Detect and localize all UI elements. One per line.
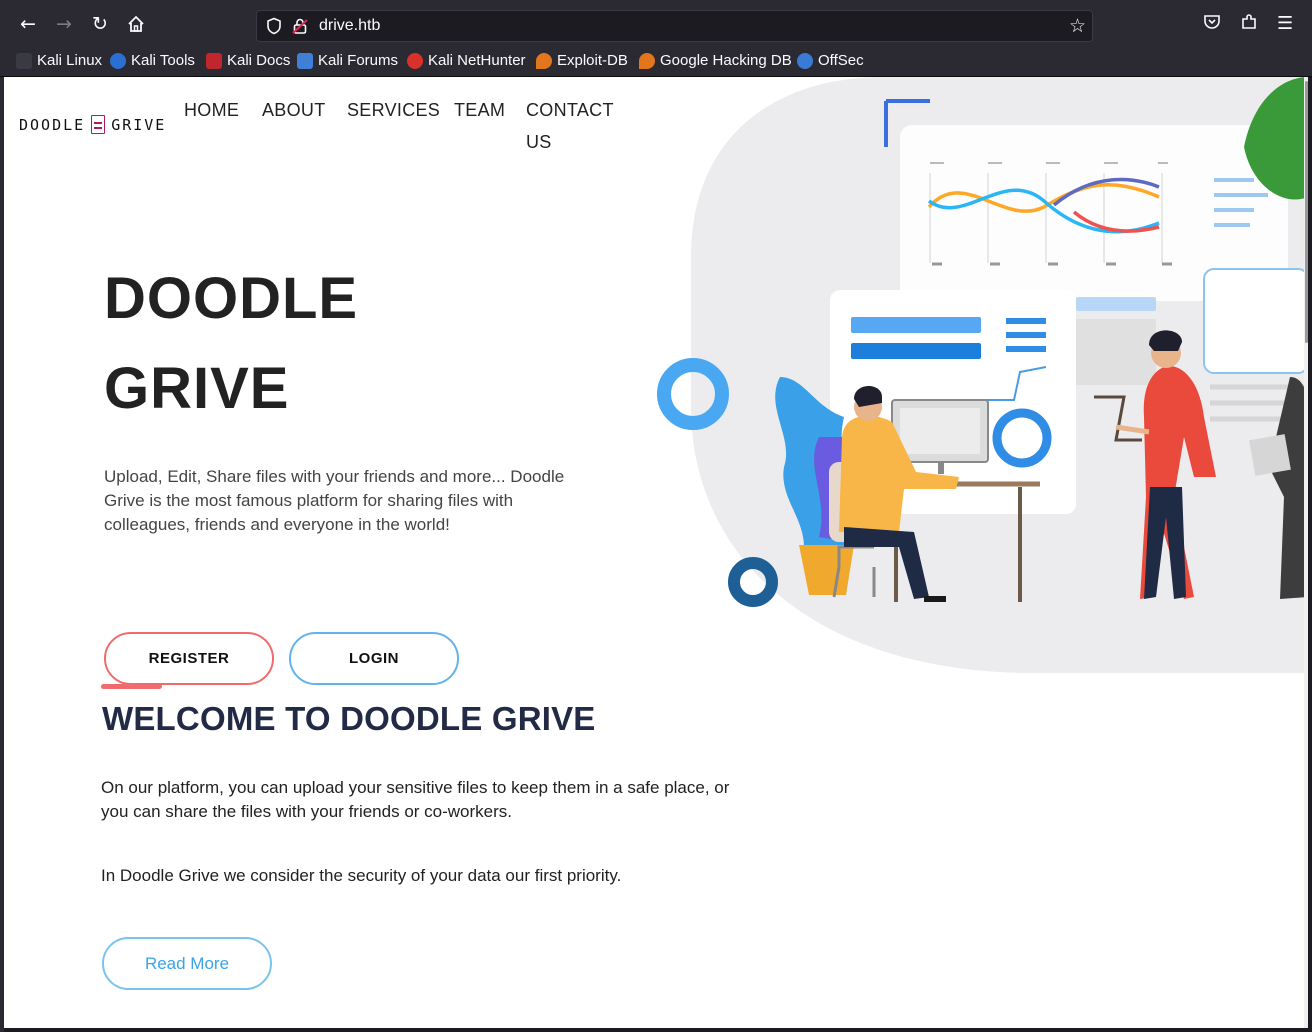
bookmark-kali-tools[interactable]: Kali Tools <box>110 52 195 69</box>
welcome-title: WELCOME TO DOODLE GRIVE <box>102 700 596 737</box>
login-button[interactable]: LOGIN <box>289 632 459 685</box>
tracking-shield-icon[interactable] <box>265 17 283 35</box>
url-bar[interactable]: drive.htb ☆ <box>256 10 1093 42</box>
browser-toolbar: ← → ↻ drive.htb ☆ ☰ <box>0 0 1312 46</box>
bookmark-kali-linux[interactable]: Kali Linux <box>16 52 102 69</box>
kali-dragon-icon <box>16 52 32 69</box>
url-text[interactable]: drive.htb <box>319 17 380 35</box>
site-logo[interactable]: DOODLE GRIVE <box>19 115 166 134</box>
nav-services[interactable]: SERVICES <box>347 100 440 121</box>
bookmark-star-icon[interactable]: ☆ <box>1069 15 1086 37</box>
bookmark-kali-forums[interactable]: Kali Forums <box>297 52 398 69</box>
bookmark-kali-docs[interactable]: Kali Docs <box>206 52 290 69</box>
insecure-lock-icon[interactable] <box>291 17 309 35</box>
kali-forums-icon <box>297 52 313 69</box>
page-viewport: DOODLE GRIVE HOME ABOUT SERVICES TEAM CO… <box>4 77 1308 1028</box>
offsec-icon <box>797 52 813 69</box>
bookmark-label: Kali Linux <box>37 52 103 69</box>
kali-docs-icon <box>206 52 222 69</box>
hero-title-line1: DOODLE <box>104 266 359 331</box>
hero-illustration <box>657 77 1308 673</box>
home-icon[interactable] <box>123 11 149 37</box>
hero-description: Upload, Edit, Share files with your frie… <box>104 467 565 534</box>
bookmark-label: Kali Forums <box>318 52 399 69</box>
nav-contact[interactable]: CONTACT <box>526 100 614 121</box>
back-arrow-icon[interactable]: ← <box>15 11 41 37</box>
logo-text-right: GRIVE <box>111 115 167 134</box>
bookmark-offsec[interactable]: OffSec <box>797 52 864 69</box>
nav-about[interactable]: ABOUT <box>262 100 326 121</box>
kali-tools-icon <box>110 52 126 69</box>
hero-title-line2: GRIVE <box>104 356 290 421</box>
register-underline <box>101 684 162 689</box>
bookmark-label: Exploit-DB <box>557 52 628 69</box>
register-button[interactable]: REGISTER <box>104 632 274 685</box>
exploit-db-icon <box>536 52 552 69</box>
document-icon <box>91 115 106 134</box>
menu-hamburger-icon[interactable]: ☰ <box>1277 13 1293 34</box>
reload-icon[interactable]: ↻ <box>87 11 113 37</box>
scrollbar-thumb[interactable] <box>1305 81 1308 343</box>
bookmark-kali-nethunter[interactable]: Kali NetHunter <box>407 52 526 69</box>
nav-home[interactable]: HOME <box>184 100 239 121</box>
bookmarks-bar: Kali Linux Kali Tools Kali Docs Kali For… <box>0 46 1312 77</box>
page-scrollbar[interactable] <box>1304 77 1308 1028</box>
bookmark-label: Google Hacking DB <box>660 52 792 69</box>
ghdb-icon <box>639 52 655 69</box>
nav-contact-us[interactable]: US <box>526 132 552 153</box>
logo-text-left: DOODLE <box>19 115 86 134</box>
welcome-paragraph-1: On our platform, you can upload your sen… <box>101 778 730 821</box>
nethunter-icon <box>407 52 423 69</box>
bookmark-label: Kali Docs <box>227 52 291 69</box>
bookmark-google-hacking-db[interactable]: Google Hacking DB <box>639 52 792 69</box>
pocket-icon[interactable] <box>1203 13 1221 36</box>
bookmark-label: Kali Tools <box>131 52 195 69</box>
extensions-icon[interactable] <box>1240 13 1258 36</box>
nav-team[interactable]: TEAM <box>454 100 505 121</box>
bookmark-label: Kali NetHunter <box>428 52 526 69</box>
bookmark-exploit-db[interactable]: Exploit-DB <box>536 52 628 69</box>
forward-arrow-icon[interactable]: → <box>51 11 77 37</box>
welcome-paragraph-2: In Doodle Grive we consider the security… <box>101 866 622 885</box>
bookmark-label: OffSec <box>818 52 864 69</box>
read-more-button[interactable]: Read More <box>102 937 272 990</box>
